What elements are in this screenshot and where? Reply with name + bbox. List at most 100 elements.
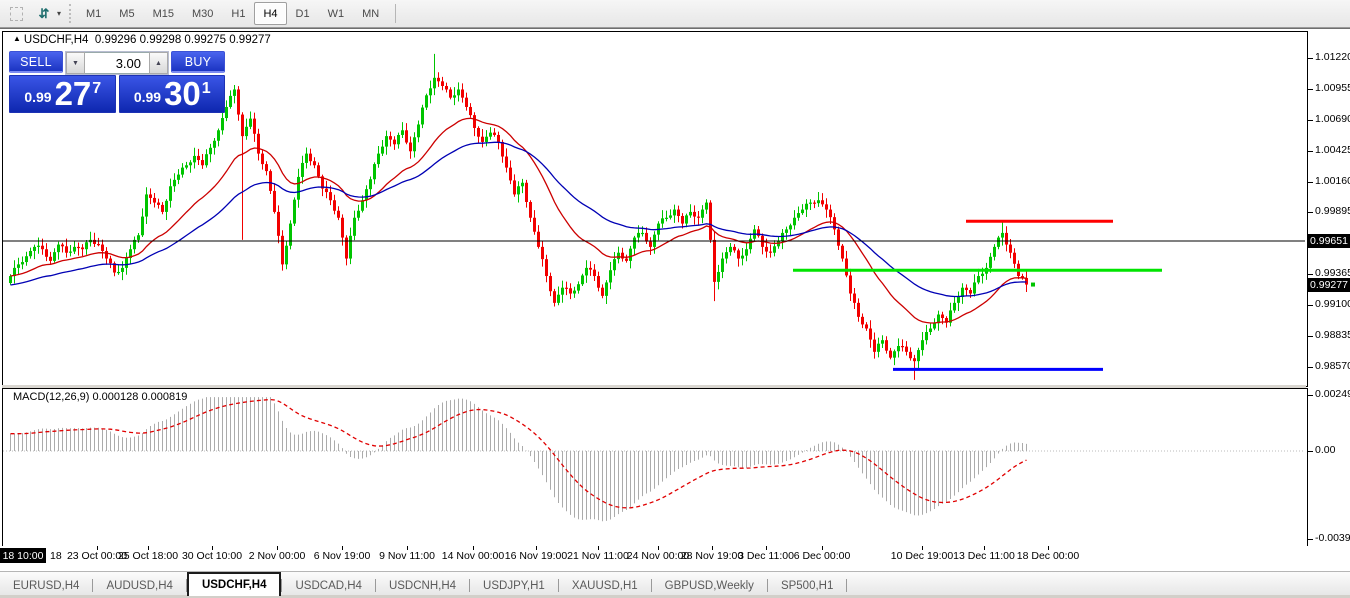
volume-input[interactable]: 3.00 (85, 52, 149, 74)
time-axis-label: 2 Nov 00:00 (249, 550, 306, 562)
time-axis-label: 30 Oct 10:00 (182, 550, 242, 562)
time-axis-label: 3 Dec 11:00 (738, 550, 794, 562)
sell-price-main: 27 (55, 79, 92, 109)
dropdown-caret-icon[interactable]: ▾ (57, 9, 61, 18)
axis-tick-label: 0.99100 (1315, 298, 1350, 310)
price-axis[interactable]: 1.01220 1.00955 1.00690 1.00425 1.00160 0.998… (1308, 29, 1350, 571)
macd-chart (3, 389, 1305, 545)
chart-tab-usdcad[interactable]: USDCAD,H4 (282, 575, 374, 596)
time-axis-label: 9 Nov 11:00 (379, 550, 435, 562)
chart-tab-usdjpy[interactable]: USDJPY,H1 (470, 575, 558, 596)
axis-tick-label: 0.98570 (1315, 360, 1350, 372)
chart-tab-audusd[interactable]: AUDUSD,H4 (93, 575, 185, 596)
top-toolbar: ⇵ ▾ M1M5M15M30H1H4D1W1MN (0, 0, 1350, 28)
axis-tick-mark (1308, 58, 1313, 59)
time-axis-selected-label: 18 10:00 (0, 548, 46, 563)
timeframe-button-m30[interactable]: M30 (183, 2, 222, 25)
axis-tick-label: 1.00160 (1315, 175, 1350, 187)
axis-tick-label: 0.98835 (1315, 329, 1350, 341)
sell-button[interactable]: SELL (9, 51, 63, 73)
macd-signal-value: 0.000819 (141, 391, 187, 403)
timeframe-button-d1[interactable]: D1 (287, 2, 319, 25)
sell-price-prefix: 0.99 (24, 89, 51, 105)
axis-tick-mark (1308, 305, 1313, 306)
macd-main-value: 0.000128 (92, 391, 138, 403)
macd-label: MACD(12,26,9) 0.000128 0.000819 (13, 391, 187, 403)
volume-stepper: ▼ 3.00 ▲ (65, 51, 169, 75)
time-axis-label: 6 Dec 00:00 (794, 550, 851, 562)
buy-button[interactable]: BUY (171, 51, 225, 73)
chart-shift-icon[interactable] (4, 3, 28, 24)
toolbar-separator (395, 4, 396, 23)
time-axis-label: 14 Nov 00:00 (442, 550, 504, 562)
indicators-icon[interactable]: ⇵ (32, 3, 56, 24)
arrows-icon: ⇵ (39, 6, 50, 22)
axis-tick-label: 1.00955 (1315, 82, 1350, 94)
axis-tick-label: 1.00425 (1315, 144, 1350, 156)
quote-high: 0.99298 (140, 34, 182, 46)
axis-tick-mark (1308, 151, 1313, 152)
time-axis[interactable]: 18 10:00 1823 Oct 00:0025 Oct 18:0030 Oc… (0, 546, 1308, 571)
chart-tab-usdchf[interactable]: USDCHF,H4 (187, 572, 282, 596)
chart-region: ▲USDCHF,H4 0.99296 0.99298 0.99275 0.992… (0, 29, 1350, 571)
buy-price-box[interactable]: 0.99 30 1 (119, 75, 226, 113)
buy-price-pip: 1 (202, 80, 211, 98)
chart-tab-eurusd[interactable]: EURUSD,H4 (0, 575, 92, 596)
timeframe-group: M1M5M15M30H1H4D1W1MN (77, 2, 388, 25)
sell-price-box[interactable]: 0.99 27 7 (9, 75, 116, 113)
axis-tick-mark (1308, 274, 1313, 275)
one-click-trade-panel: SELL ▼ 3.00 ▲ BUY 0.99 27 7 0.99 (9, 51, 225, 113)
axis-tick-mark (1308, 451, 1313, 452)
axis-tick-mark (1308, 367, 1313, 368)
symbol-label: USDCHF,H4 (24, 34, 89, 46)
axis-tick-mark (1308, 212, 1313, 213)
volume-decrease-button[interactable]: ▼ (66, 52, 85, 74)
time-axis-label: 18 Dec 00:00 (1017, 550, 1079, 562)
buy-price-prefix: 0.99 (134, 89, 161, 105)
time-axis-label: 21 Nov 11:00 (567, 550, 629, 562)
time-axis-label: 25 Oct 18:00 (118, 550, 178, 562)
dashed-rect-icon (10, 7, 23, 21)
quote-low: 0.99275 (184, 34, 226, 46)
timeframe-button-h1[interactable]: H1 (222, 2, 254, 25)
axis-tick-label: 0.002492 (1315, 388, 1350, 400)
axis-tick-label: 1.00690 (1315, 113, 1350, 125)
time-axis-label: 6 Nov 19:00 (314, 550, 371, 562)
axis-tick-label: 0.00 (1315, 444, 1335, 456)
timeframe-button-m1[interactable]: M1 (77, 2, 110, 25)
chart-tab-sp500[interactable]: SP500,H1 (768, 575, 846, 596)
timeframe-button-w1[interactable]: W1 (319, 2, 354, 25)
timeframe-button-m15[interactable]: M15 (144, 2, 183, 25)
timeframe-button-h4[interactable]: H4 (254, 2, 286, 25)
price-chart-pane[interactable]: ▲USDCHF,H4 0.99296 0.99298 0.99275 0.992… (2, 31, 1308, 387)
time-axis-label: 18 (50, 550, 62, 562)
chart-tab-xauusd[interactable]: XAUUSD,H1 (559, 575, 651, 596)
buy-price-main: 30 (164, 79, 201, 109)
axis-tick-mark (1308, 120, 1313, 121)
tab-separator (846, 579, 847, 592)
chart-tab-gbpusd[interactable]: GBPUSD,Weekly (652, 575, 767, 596)
axis-tick-label: -0.003913 (1315, 532, 1350, 544)
timeframe-button-m5[interactable]: M5 (110, 2, 143, 25)
chart-tabs-bar: EURUSD,H4AUDUSD,H4USDCHF,H4USDCAD,H4USDC… (0, 571, 1350, 596)
time-axis-label: 10 Dec 19:00 (891, 550, 953, 562)
axis-tick-mark (1308, 182, 1313, 183)
quote-header: ▲USDCHF,H4 0.99296 0.99298 0.99275 0.992… (13, 34, 271, 46)
axis-tick-mark (1308, 89, 1313, 90)
price-axis-boxed-label: 0.99651 (1308, 234, 1350, 248)
trading-platform-window: ⇵ ▾ M1M5M15M30H1H4D1W1MN ▲USDCHF,H4 0.99… (0, 0, 1350, 598)
sell-price-pip: 7 (92, 80, 101, 98)
macd-name: MACD(12,26,9) (13, 391, 89, 403)
chart-tab-usdcnh[interactable]: USDCNH,H4 (376, 575, 469, 596)
time-axis-label: 16 Nov 19:00 (505, 550, 567, 562)
axis-tick-label: 1.01220 (1315, 51, 1350, 63)
macd-pane[interactable]: MACD(12,26,9) 0.000128 0.000819 (2, 388, 1308, 548)
axis-tick-mark (1308, 539, 1313, 540)
collapse-arrow-icon[interactable]: ▲ (13, 34, 21, 43)
price-axis-boxed-label: 0.99277 (1308, 278, 1350, 292)
toolbar-grip[interactable] (69, 4, 71, 23)
timeframe-button-mn[interactable]: MN (353, 2, 388, 25)
axis-tick-mark (1308, 395, 1313, 396)
volume-increase-button[interactable]: ▲ (149, 52, 168, 74)
axis-tick-label: 0.99895 (1315, 205, 1350, 217)
